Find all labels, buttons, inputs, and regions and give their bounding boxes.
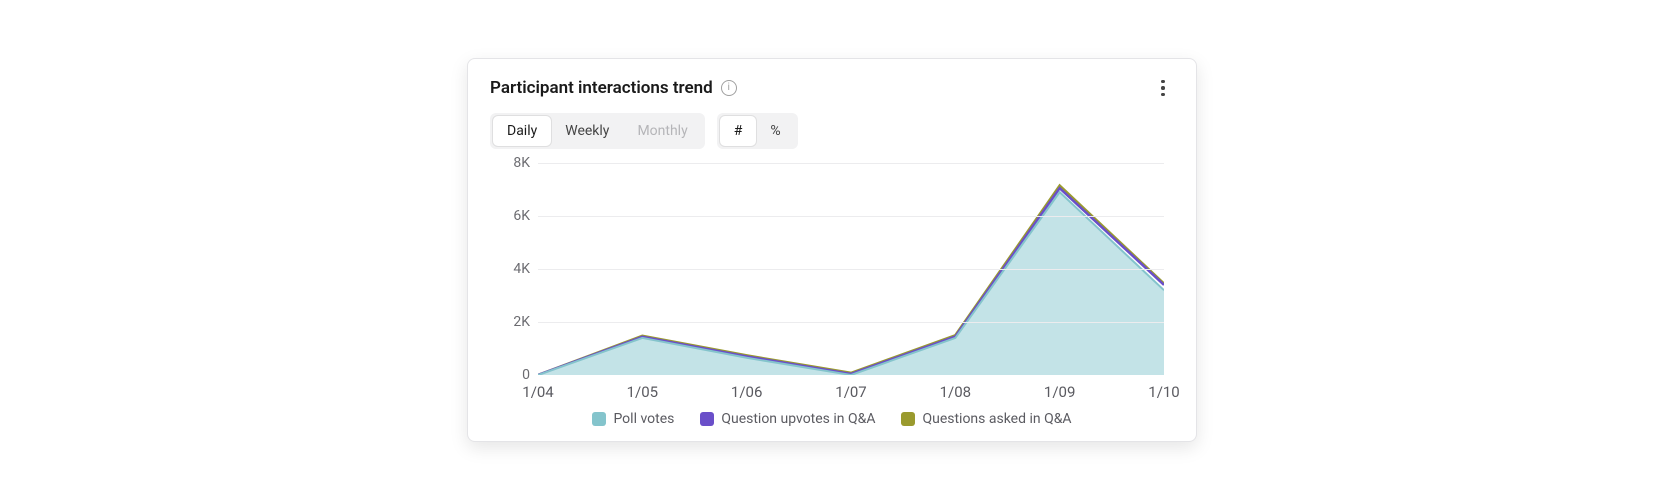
unit-toggle: #% [717,113,798,149]
more-menu-icon[interactable] [1152,77,1174,99]
title-wrap: Participant interactions trend i [490,78,737,98]
x-axis-label: 1/04 [522,383,553,401]
legend-label: Questions asked in Q&A [922,411,1071,427]
interactions-trend-card: Participant interactions trend i DailyWe… [467,58,1197,442]
legend-item[interactable]: Question upvotes in Q&A [700,411,875,427]
y-axis-label: 4K [490,261,530,277]
chart-controls: DailyWeeklyMonthly #% [490,113,1174,149]
x-axis-labels: 1/041/051/061/071/081/091/10 [538,379,1164,403]
gridline [538,269,1164,270]
period-option-weekly[interactable]: Weekly [551,116,623,146]
gridline [538,216,1164,217]
x-axis-label: 1/05 [627,383,658,401]
legend-swatch [700,412,714,426]
chart-area: 02K4K6K8K 1/041/051/061/071/081/091/10 [490,163,1174,403]
card-title: Participant interactions trend [490,78,713,98]
legend-label: Question upvotes in Q&A [721,411,875,427]
period-option-daily[interactable]: Daily [493,116,551,146]
y-axis-label: 0 [490,367,530,383]
card-header: Participant interactions trend i [490,77,1174,99]
y-axis-label: 6K [490,208,530,224]
legend-swatch [592,412,606,426]
x-axis-label: 1/09 [1044,383,1075,401]
y-axis-label: 8K [490,155,530,171]
x-axis-label: 1/10 [1148,383,1179,401]
chart-legend: Poll votes Question upvotes in Q&A Questio… [490,411,1174,427]
x-axis-label: 1/07 [835,383,866,401]
legend-swatch [901,412,915,426]
unit-option-%[interactable]: % [756,116,794,146]
period-toggle: DailyWeeklyMonthly [490,113,705,149]
legend-label: Poll votes [613,411,674,427]
unit-option-#[interactable]: # [720,116,757,146]
period-option-monthly: Monthly [623,116,701,146]
x-axis-label: 1/08 [940,383,971,401]
y-axis-label: 2K [490,314,530,330]
gridline [538,322,1164,323]
plot-area: 02K4K6K8K [538,163,1164,375]
legend-item[interactable]: Poll votes [592,411,674,427]
x-axis-label: 1/06 [731,383,762,401]
info-icon[interactable]: i [721,80,737,96]
gridline [538,163,1164,164]
legend-item[interactable]: Questions asked in Q&A [901,411,1071,427]
